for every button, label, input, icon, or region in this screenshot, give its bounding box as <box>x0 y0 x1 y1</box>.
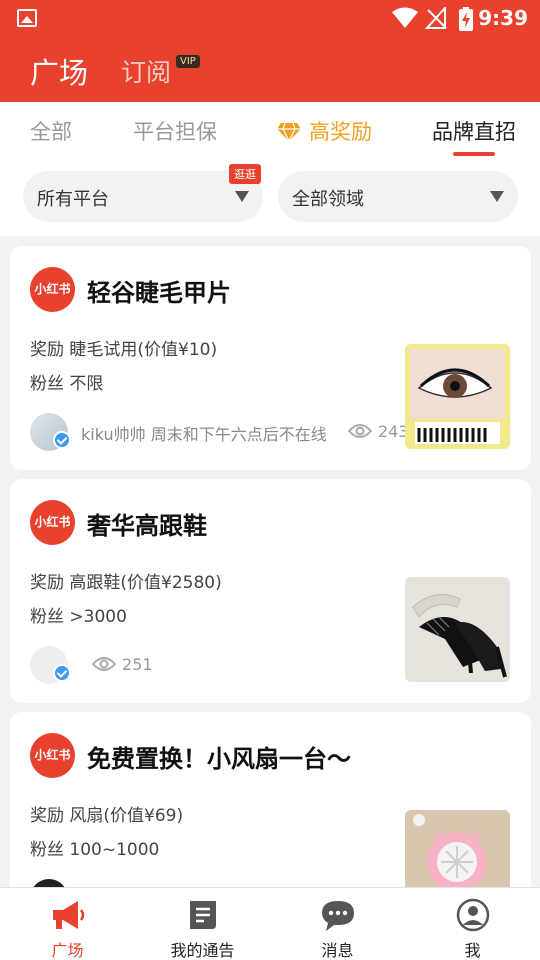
eye-icon <box>348 424 372 438</box>
nav-label: 广场 <box>51 941 84 960</box>
platform-dropdown-label: 所有平台 <box>37 189 109 210</box>
wifi-icon <box>392 7 418 28</box>
platform-dropdown[interactable]: 所有平台 <box>23 171 263 222</box>
listing-fans: 粉丝 100~1000 <box>30 840 160 860</box>
eye-icon <box>92 657 116 671</box>
verified-icon <box>53 664 71 682</box>
listing-card[interactable]: 小红书 轻谷睫毛甲片 奖励 睫毛试用(价值¥10) 粉丝 不限 kiku帅帅 周… <box>10 246 531 470</box>
diamond-icon <box>277 122 301 142</box>
xiaohongshu-logo: 小红书 <box>30 267 75 312</box>
image-notification-icon <box>17 9 37 27</box>
nav-label: 我的通告 <box>170 941 235 960</box>
status-time: 9:39 <box>478 6 528 30</box>
nav-label: 我 <box>464 941 481 960</box>
tab-high-reward[interactable]: 高奖励 <box>309 116 372 146</box>
tab-brand-direct[interactable]: 品牌直招 <box>432 116 516 146</box>
dropdown-arrow-icon <box>235 191 249 202</box>
listing-reward: 奖励 睫毛试用(价值¥10) <box>30 340 218 360</box>
nav-messages[interactable]: 消息 <box>270 888 405 960</box>
tab-subscribe-header[interactable]: 订阅 <box>121 53 171 89</box>
listing-reward: 奖励 风扇(价值¥69) <box>30 806 184 826</box>
xiaohongshu-logo: 小红书 <box>30 500 75 545</box>
status-bar: 9:39 <box>0 0 540 36</box>
tab-platform-guarantee[interactable]: 平台担保 <box>133 116 217 146</box>
listing-fans: 粉丝 不限 <box>30 374 104 394</box>
xiaohongshu-logo: 小红书 <box>30 733 75 778</box>
megaphone-icon <box>53 901 85 929</box>
listing-thumbnail[interactable] <box>405 577 510 682</box>
vip-badge: VIP <box>176 55 200 68</box>
field-dropdown[interactable]: 全部领域 <box>278 171 518 222</box>
field-dropdown-label: 全部领域 <box>292 189 364 210</box>
nav-label: 消息 <box>321 941 354 960</box>
tab-square-header[interactable]: 广场 <box>30 50 88 92</box>
signal-off-icon <box>425 7 447 29</box>
verified-icon <box>53 431 71 449</box>
active-tab-indicator <box>453 152 495 156</box>
listing-title: 奢华高跟鞋 <box>87 512 207 540</box>
nav-square[interactable]: 广场 <box>0 888 135 960</box>
eyelash-product-image <box>410 349 505 444</box>
listing-reward: 奖励 高跟鞋(价值¥2580) <box>30 573 222 593</box>
nav-me[interactable]: 我 <box>405 888 540 960</box>
platform-badge: 逛逛 <box>229 164 261 184</box>
user-profile-icon <box>456 898 490 932</box>
app-bar: 广场 订阅 VIP <box>0 36 540 102</box>
view-count: 243 <box>378 422 409 441</box>
nav-my-notices[interactable]: 我的通告 <box>135 888 270 960</box>
chat-bubble-icon <box>322 901 354 931</box>
filter-panel: 全部 平台担保 高奖励 品牌直招 所有平台 逛逛 全部领域 <box>0 102 540 236</box>
view-count: 251 <box>122 655 153 674</box>
notice-doc-icon <box>190 901 216 929</box>
poster-name: kiku帅帅 周末和下午六点后不在线 <box>81 425 327 444</box>
listing-fans: 粉丝 >3000 <box>30 607 127 627</box>
bottom-nav: 广场 我的通告 消息 我 <box>0 887 540 960</box>
high-heels-product-image <box>405 577 510 682</box>
listing-thumbnail[interactable] <box>405 344 510 449</box>
listing-card[interactable]: 小红书 奢华高跟鞋 奖励 高跟鞋(价值¥2580) 粉丝 >3000 251 <box>10 479 531 703</box>
tab-all[interactable]: 全部 <box>30 116 72 146</box>
battery-charging-icon <box>459 7 473 31</box>
listing-title: 免费置换！小风扇一台～ <box>87 745 351 773</box>
dropdown-arrow-icon <box>490 191 504 202</box>
listing-title: 轻谷睫毛甲片 <box>87 279 231 307</box>
